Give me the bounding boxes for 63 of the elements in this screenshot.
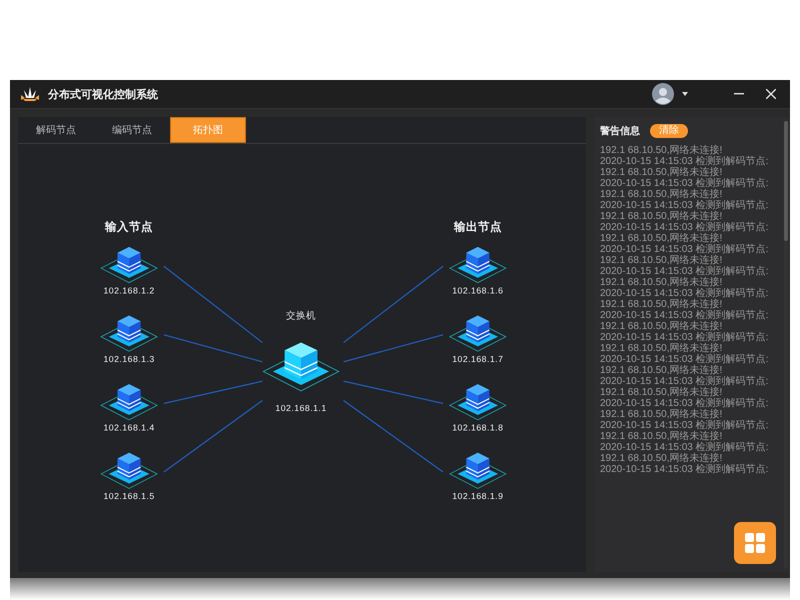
input-nodes-heading: 输入节点 [105, 220, 154, 234]
logo-icon [20, 86, 40, 102]
alert-log-line: 192.1 68.10.50,网络未连接! [600, 255, 724, 266]
alert-log-line: 192.1 68.10.50,网络未连接! [600, 145, 724, 156]
alert-log-line: 2020-10-15 14:15:03 检测到解码节点: [600, 420, 770, 431]
node-ip-label: 102.168.1.2 [103, 285, 155, 296]
alert-log-line: 192.1 68.10.50,网络未连接! [600, 299, 724, 310]
node-ip-label: 102.168.1.8 [452, 422, 504, 432]
tab[interactable]: 编码节点 [94, 117, 170, 143]
scrollbar[interactable] [784, 121, 788, 568]
alert-log-line: 2020-10-15 14:15:03 检测到解码节点: [600, 244, 770, 255]
window-title: 分布式可视化控制系统 [48, 86, 158, 102]
server-node-icon [100, 246, 158, 284]
alert-log-line: 192.1 68.10.50,网络未连接! [600, 453, 724, 464]
alert-title: 警告信息 [600, 124, 640, 138]
alert-log-line: 192.1 68.10.50,网络未连接! [600, 277, 724, 288]
server-node-icon [100, 452, 158, 489]
alert-log-line: 2020-10-15 14:15:03 检测到解码节点: [600, 178, 770, 189]
output-nodes-heading: 输出节点 [454, 220, 502, 234]
alert-log-line: 192.1 68.10.50,网络未连接! [600, 387, 724, 398]
server-node-icon [100, 316, 158, 352]
alert-log-line: 2020-10-15 14:15:03 检测到解码节点: [600, 288, 770, 299]
alert-log-line: 192.1 68.10.50,网络未连接! [600, 321, 724, 332]
node-ip-label: 102.168.1.4 [103, 422, 155, 432]
alert-log-line: 2020-10-15 14:15:03 检测到解码节点: [600, 222, 770, 233]
switch-icon [262, 342, 340, 392]
node-ip-label: 102.168.1.5 [103, 491, 155, 502]
minimize-icon[interactable] [734, 93, 744, 95]
server-node-icon [100, 384, 158, 420]
alert-log-line: 2020-10-15 14:15:03 检测到解码节点: [600, 464, 770, 475]
grid-icon [745, 533, 765, 553]
alert-log-line: 192.1 68.10.50,网络未连接! [600, 167, 724, 178]
tab[interactable]: 解码节点 [18, 117, 94, 143]
alert-log-line: 192.1 68.10.50,网络未连接! [600, 409, 724, 420]
node-ip-label: 102.168.1.3 [103, 354, 155, 364]
close-icon[interactable] [766, 89, 776, 99]
alert-log-line: 192.1 68.10.50,网络未连接! [600, 365, 724, 376]
avatar-icon[interactable] [652, 83, 674, 105]
alert-log-line: 2020-10-15 14:15:03 检测到解码节点: [600, 156, 770, 167]
alert-log-line: 192.1 68.10.50,网络未连接! [600, 189, 724, 200]
alert-log-line: 2020-10-15 14:15:03 检测到解码节点: [600, 354, 770, 365]
alert-log-line: 2020-10-15 14:15:03 检测到解码节点: [600, 200, 770, 211]
switch-label: 交换机 [286, 310, 316, 322]
alert-log-line: 2020-10-15 14:15:03 检测到解码节点: [600, 398, 770, 409]
caret-icon[interactable] [682, 92, 688, 96]
apps-button[interactable] [734, 522, 776, 564]
alert-log-line: 192.1 68.10.50,网络未连接! [600, 211, 724, 222]
alert-log-line: 2020-10-15 14:15:03 检测到解码节点: [600, 332, 770, 343]
node-ip-label: 102.168.1.9 [452, 491, 504, 502]
switch-ip-label: 102.168.1.1 [275, 403, 327, 414]
node-ip-label: 102.168.1.6 [452, 285, 504, 296]
alert-log-line: 2020-10-15 14:15:03 检测到解码节点: [600, 376, 770, 387]
alert-log-line: 192.1 68.10.50,网络未连接! [600, 343, 724, 354]
alert-log-line: 192.1 68.10.50,网络未连接! [600, 233, 724, 244]
server-node-icon [448, 384, 507, 420]
alert-log-line: 2020-10-15 14:15:03 检测到解码节点: [600, 310, 770, 321]
node-ip-label: 102.168.1.7 [452, 354, 504, 364]
server-node-icon [448, 316, 507, 352]
server-node-icon [448, 452, 507, 489]
server-node-icon [448, 246, 507, 284]
alert-log-line: 2020-10-15 14:15:03 检测到解码节点: [600, 442, 770, 453]
alert-log-line: 192.1 68.10.50,网络未连接! [600, 431, 724, 442]
alert-log-line: 2020-10-15 14:15:03 检测到解码节点: [600, 266, 770, 277]
